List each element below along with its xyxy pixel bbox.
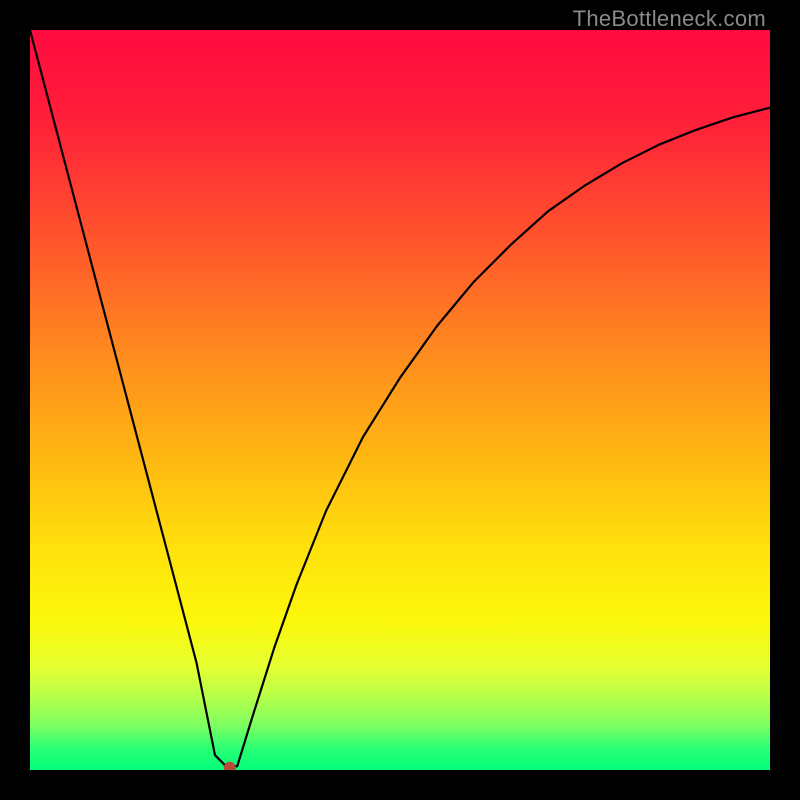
curve-path [30,30,770,766]
watermark-text: TheBottleneck.com [573,6,766,32]
chart-frame: TheBottleneck.com [0,0,800,800]
minimum-marker [224,762,236,770]
plot-area [30,30,770,770]
bottleneck-curve [30,30,770,770]
